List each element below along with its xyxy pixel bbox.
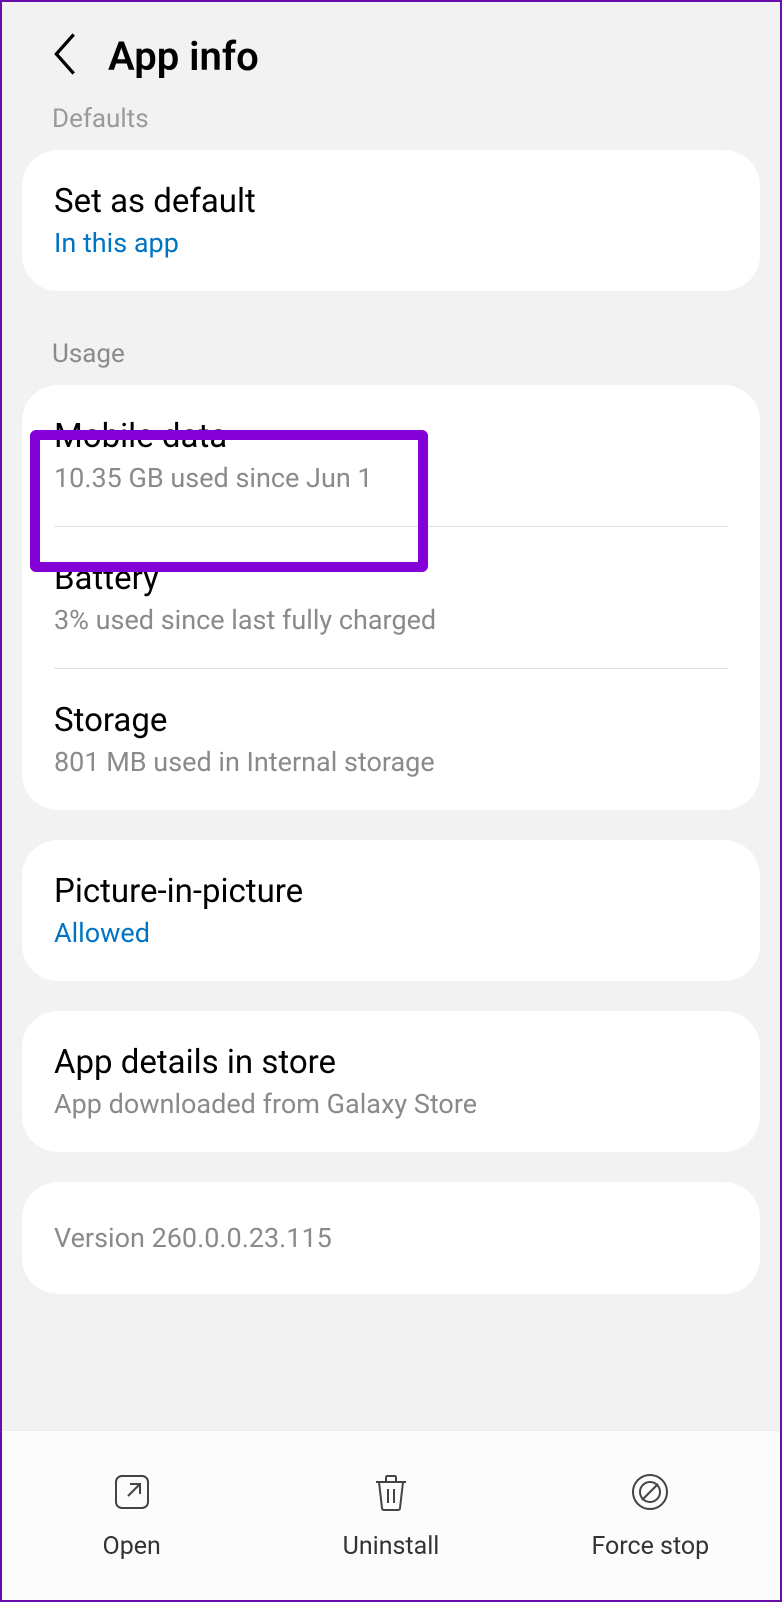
back-icon[interactable] [52,32,78,80]
defaults-card: Set as default In this app [22,150,760,291]
page-title: App info [108,33,259,80]
set-as-default-sub: In this app [54,227,728,259]
pip-sub: Allowed [54,917,728,949]
pip-title: Picture-in-picture [54,872,728,911]
version-text: Version 260.0.0.23.115 [54,1222,728,1254]
stop-icon [628,1470,672,1518]
set-as-default-row[interactable]: Set as default In this app [22,150,760,291]
mobile-data-title: Mobile data [54,417,728,456]
open-icon [110,1470,154,1518]
store-title: App details in store [54,1043,728,1082]
header: App info [2,2,780,100]
pip-row[interactable]: Picture-in-picture Allowed [22,840,760,981]
uninstall-label: Uninstall [343,1532,440,1561]
mobile-data-row[interactable]: Mobile data 10.35 GB used since Jun 1 [22,385,760,526]
open-button[interactable]: Open [2,1470,261,1561]
store-row[interactable]: App details in store App downloaded from… [22,1011,760,1152]
pip-card: Picture-in-picture Allowed [22,840,760,981]
section-label-defaults: Defaults [2,100,780,146]
bottom-bar: Open Uninstall Force stop [2,1430,780,1600]
force-stop-button[interactable]: Force stop [521,1470,780,1561]
set-as-default-title: Set as default [54,182,728,221]
battery-title: Battery [54,559,728,598]
battery-sub: 3% used since last fully charged [54,604,728,636]
store-card: App details in store App downloaded from… [22,1011,760,1152]
trash-icon [369,1470,413,1518]
storage-row[interactable]: Storage 801 MB used in Internal storage [22,669,760,810]
version-card: Version 260.0.0.23.115 [22,1182,760,1294]
usage-card: Mobile data 10.35 GB used since Jun 1 Ba… [22,385,760,810]
uninstall-button[interactable]: Uninstall [261,1470,520,1561]
mobile-data-sub: 10.35 GB used since Jun 1 [54,462,728,494]
store-sub: App downloaded from Galaxy Store [54,1088,728,1120]
force-stop-label: Force stop [591,1532,709,1561]
open-label: Open [103,1532,161,1561]
storage-sub: 801 MB used in Internal storage [54,746,728,778]
battery-row[interactable]: Battery 3% used since last fully charged [22,527,760,668]
storage-title: Storage [54,701,728,740]
section-label-usage: Usage [2,321,780,381]
